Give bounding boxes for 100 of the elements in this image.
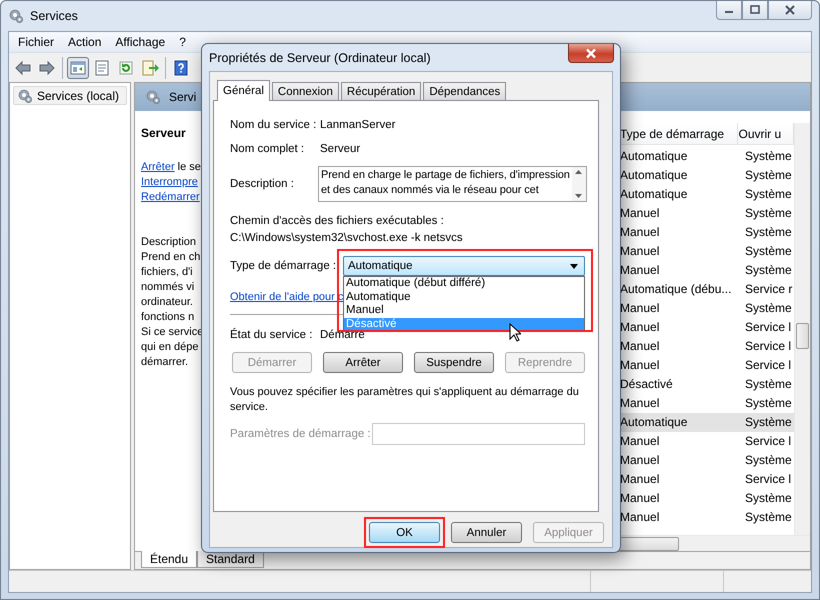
table-cell-text: Désactivé <box>619 376 674 393</box>
table-row[interactable]: Automatique Système <box>619 166 794 185</box>
dialog-button[interactable]: Annuler <box>451 522 522 543</box>
table-row[interactable]: Manuel Système <box>619 204 794 223</box>
export-icon <box>141 58 159 76</box>
table-row[interactable]: Automatique Système <box>619 185 794 204</box>
table-cell-text: Manuel <box>619 224 660 241</box>
table-cell-text: Service l <box>745 433 792 450</box>
tree-item[interactable]: Services (local) <box>13 86 127 105</box>
description-line: Prend en charge le partage de fichiers, d'impression <box>321 168 570 183</box>
table-row[interactable]: Automatique Système <box>619 413 794 432</box>
table-cell-text: Service r <box>745 281 794 298</box>
minimize-button[interactable] <box>716 1 742 20</box>
dialog-title: Propriétés de Serveur (Ordinateur local) <box>209 50 431 64</box>
table-cell-text: Manuel <box>619 452 660 469</box>
table-row[interactable]: Manuel Système <box>619 242 794 261</box>
table-row[interactable]: Automatique Système <box>619 147 794 166</box>
action-text: le se <box>178 161 201 173</box>
close-button[interactable] <box>568 44 614 63</box>
description-text: Description <box>141 235 198 250</box>
table-row[interactable]: Automatique (débu... Service r <box>619 280 794 299</box>
table-cell-text: Service l <box>745 357 792 374</box>
table-cell-text: Manuel <box>619 338 660 355</box>
refresh-icon <box>117 58 135 76</box>
table-cell-text: Système <box>745 300 793 317</box>
window-title: Services <box>30 9 78 23</box>
maximize-button[interactable] <box>742 1 768 20</box>
menu-item[interactable]: Fichier <box>11 35 62 49</box>
menu-item[interactable]: ? <box>172 35 193 49</box>
table-cell-text: Manuel <box>619 509 660 526</box>
vertical-scrollbar[interactable] <box>794 123 810 535</box>
document-icon <box>93 58 111 76</box>
table-cell-text: Manuel <box>619 243 660 260</box>
table-cell-text: Système <box>745 414 793 431</box>
table-cell-text: Manuel <box>619 300 660 317</box>
maximize-icon <box>750 5 760 15</box>
table-cell-text: Manuel <box>619 433 660 450</box>
service-button[interactable]: Suspendre <box>414 352 494 373</box>
gear-icon <box>145 89 161 105</box>
scroll-thumb[interactable] <box>796 323 809 349</box>
service-button[interactable]: Arrêter <box>323 352 403 373</box>
field-label: Nom complet : <box>230 143 306 155</box>
path-value: C:\Windows\system32\svchost.exe -k netsvcs <box>230 232 463 244</box>
cursor-icon <box>509 323 521 342</box>
table-row[interactable]: Manuel Système <box>619 489 794 508</box>
table-row[interactable]: Manuel Système <box>619 451 794 470</box>
table-cell-text: Manuel <box>619 262 660 279</box>
table-row[interactable]: Manuel Service l <box>619 356 794 375</box>
action-link[interactable]: Arrêter <box>141 161 175 173</box>
dropdown-option[interactable]: Manuel <box>344 304 584 318</box>
dropdown-option[interactable]: Automatique (début différé) <box>344 277 584 290</box>
menu-item[interactable]: Affichage <box>108 35 172 49</box>
table-row[interactable]: Manuel Système <box>619 299 794 318</box>
table-cell-text: Manuel <box>619 490 660 507</box>
view-tab[interactable]: Standard <box>197 551 264 568</box>
table-cell-text: Automatique <box>619 414 688 431</box>
service-title: Serveur <box>141 126 187 141</box>
table-row[interactable]: Manuel Service l <box>619 318 794 337</box>
table-cell-text: Système <box>745 167 793 184</box>
table-cell-text: Manuel <box>619 357 660 374</box>
field-label: Paramètres de démarrage : <box>230 428 372 440</box>
table-cell-text: Système <box>745 376 793 393</box>
view-tab[interactable]: Étendu <box>141 551 198 568</box>
up-arrow-icon <box>575 170 582 174</box>
table-row[interactable]: Manuel Système <box>619 508 794 527</box>
horizontal-scrollbar[interactable] <box>619 535 810 551</box>
startup-type-dropdown[interactable]: Automatique <box>343 256 585 276</box>
tab[interactable]: Récupération <box>340 82 422 100</box>
tab[interactable]: Général <box>217 80 270 101</box>
dropdown-option[interactable]: Automatique <box>344 290 584 304</box>
scroll-thumb[interactable] <box>619 536 679 550</box>
table-row[interactable]: Manuel Service l <box>619 470 794 489</box>
table-row[interactable]: Manuel Système <box>619 261 794 280</box>
field-label: Nom du service : <box>230 119 318 131</box>
table-row[interactable]: Désactivé Système <box>619 375 794 394</box>
table-cell-text: Automatique (débu... <box>619 281 732 298</box>
table-row[interactable]: Manuel Service l <box>619 337 794 356</box>
action-link[interactable]: Redémarrer <box>141 191 200 203</box>
tab[interactable]: Connexion <box>272 82 339 100</box>
tab[interactable]: Dépendances <box>423 82 506 100</box>
table-row[interactable]: Manuel Service l <box>619 432 794 451</box>
table-cell-text: Manuel <box>619 319 660 336</box>
description-field[interactable]: Prend en charge le partage de fichiers, d'impression et des canaux nommés via le réseau pour cet <box>318 166 587 202</box>
field-value: Serveur <box>320 143 360 155</box>
close-button[interactable] <box>768 1 812 20</box>
field-label: État du service : <box>230 329 314 341</box>
table-cell-text: Système <box>745 395 793 412</box>
close-icon <box>585 48 597 58</box>
table-cell-text: Système <box>745 243 793 260</box>
gear-icon <box>8 8 24 24</box>
table-row[interactable]: Manuel Système <box>619 394 794 413</box>
menu-item[interactable]: Action <box>61 35 108 49</box>
down-arrow-icon <box>575 194 582 198</box>
column-header[interactable]: Type de démarrage <box>619 123 738 144</box>
table-row[interactable]: Manuel Système <box>619 223 794 242</box>
dialog-button[interactable]: OK <box>369 522 440 543</box>
console-tree-button[interactable] <box>67 56 89 78</box>
table-cell-text: Système <box>745 205 793 222</box>
action-link[interactable]: Interrompre <box>141 176 198 188</box>
column-header[interactable]: Ouvrir u <box>738 123 794 144</box>
